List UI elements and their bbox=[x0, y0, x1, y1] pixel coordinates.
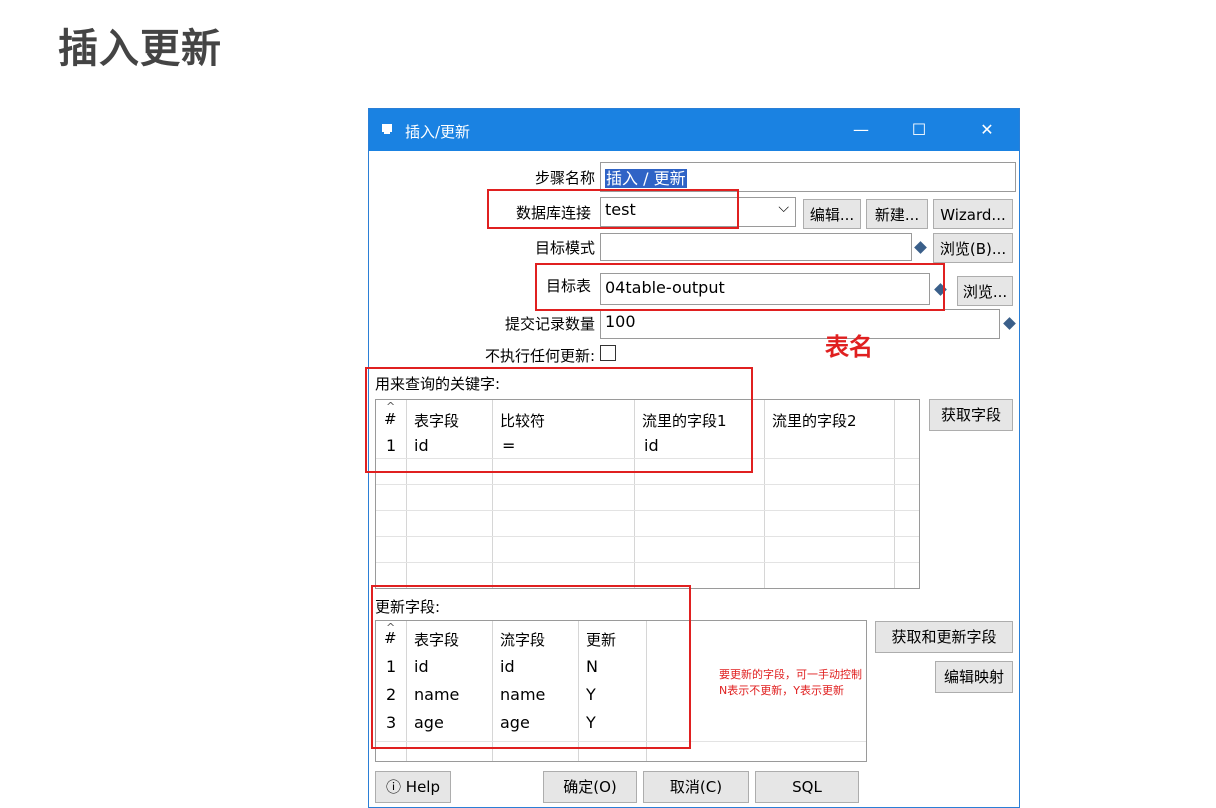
variable-icon bbox=[914, 241, 927, 254]
close-button[interactable]: ✕ bbox=[967, 117, 1007, 143]
target-schema-input[interactable] bbox=[600, 233, 912, 261]
edit-connection-button[interactable]: 编辑... bbox=[803, 199, 861, 229]
no-update-label: 不执行任何更新: bbox=[484, 347, 595, 365]
step-name-value: 插入 / 更新 bbox=[605, 169, 687, 188]
get-update-fields-button[interactable]: 获取和更新字段 bbox=[875, 621, 1013, 653]
minimize-button[interactable]: — bbox=[841, 117, 881, 143]
chevron-down-icon: ⌵ bbox=[778, 200, 789, 216]
slide-title: 插入更新 bbox=[58, 26, 222, 72]
commit-size-label: 提交记录数量 bbox=[504, 315, 595, 333]
insert-update-dialog: 插入/更新 — ☐ ✕ 步骤名称 插入 / 更新 数据库连接 test ⌵ 编辑… bbox=[365, 108, 1020, 808]
maximize-button[interactable]: ☐ bbox=[899, 117, 939, 143]
app-icon bbox=[382, 124, 392, 134]
highlight-update-fields bbox=[371, 585, 691, 749]
help-label: Help bbox=[405, 778, 440, 796]
column-header[interactable]: 流里的字段2 bbox=[772, 410, 857, 431]
target-schema-label: 目标模式 bbox=[534, 239, 595, 257]
help-button[interactable]: ⓘ Help bbox=[375, 771, 451, 803]
wizard-button[interactable]: Wizard... bbox=[933, 199, 1013, 229]
commit-size-input[interactable]: 100 bbox=[600, 309, 1000, 339]
new-connection-button[interactable]: 新建... bbox=[866, 199, 928, 229]
help-icon: ⓘ bbox=[386, 778, 402, 796]
cancel-button[interactable]: 取消(C) bbox=[643, 771, 749, 803]
sql-button[interactable]: SQL bbox=[755, 771, 859, 803]
title-bar[interactable]: 插入/更新 — ☐ ✕ bbox=[369, 109, 1019, 151]
step-name-input[interactable]: 插入 / 更新 bbox=[600, 162, 1016, 192]
update-note-line2: N表示不更新，Y表示更新 bbox=[719, 684, 844, 697]
get-fields-button[interactable]: 获取字段 bbox=[929, 399, 1013, 431]
update-note-annotation: 要更新的字段，可一手动控制 N表示不更新，Y表示更新 bbox=[719, 667, 862, 699]
window-title: 插入/更新 bbox=[405, 123, 471, 141]
edit-mapping-button[interactable]: 编辑映射 bbox=[935, 661, 1013, 693]
table-name-annotation: 表名 bbox=[825, 333, 873, 361]
highlight-lookup-keys bbox=[365, 367, 753, 473]
step-name-label: 步骤名称 bbox=[534, 169, 595, 187]
browse-table-button[interactable]: 浏览... bbox=[957, 276, 1013, 306]
no-update-checkbox[interactable] bbox=[600, 345, 616, 361]
ok-button[interactable]: 确定(O) bbox=[543, 771, 637, 803]
update-note-line1: 要更新的字段，可一手动控制 bbox=[719, 668, 862, 681]
highlight-target-table bbox=[535, 263, 945, 311]
highlight-db-connection bbox=[487, 189, 739, 229]
browse-schema-button[interactable]: 浏览(B)... bbox=[933, 233, 1013, 263]
variable-icon bbox=[1003, 317, 1016, 330]
